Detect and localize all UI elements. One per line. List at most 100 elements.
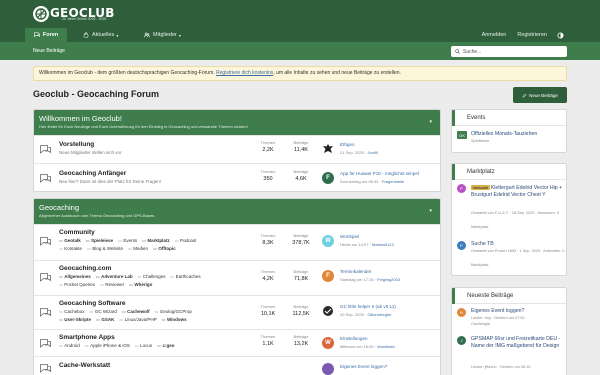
subforum-link[interactable]: Geolog/GCProp	[155, 309, 192, 314]
subforum-link[interactable]: Spieleiese	[86, 238, 113, 243]
event-title[interactable]: Offizielles Monats-Tauziehen	[471, 131, 565, 138]
register-link[interactable]: Registrieren	[517, 32, 547, 38]
subforum-link[interactable]: Events	[118, 238, 137, 243]
posts-stat: Beiträge 71,8K	[285, 269, 317, 282]
market-item-title[interactable]: Verkaufe Klettergurt Edelrid Vector Hip +…	[471, 184, 565, 199]
subforum-list: Allgemeines Adventure Lab Challenges Earthc…	[59, 273, 259, 289]
register-notice-link[interactable]: Registriere dich kostenlos	[216, 70, 273, 76]
market-item-forum[interactable]: Marktplatz	[471, 225, 565, 230]
subforum-link[interactable]: Cachewolf	[122, 309, 150, 314]
forum-title[interactable]: Geocaching Software	[59, 300, 125, 307]
latest-item-title[interactable]: GPSMAP 66sr und Freizeitkarte DEU - Name…	[471, 336, 565, 350]
latest-item-meta: Letzter: hoy · Gestern um 07:52	[471, 316, 525, 320]
threads-count: 10,1K	[260, 311, 276, 317]
latest-item-forum[interactable]: Cachelogie	[471, 322, 565, 327]
site-logo[interactable]: GEOCLUB 20 Jahre Online 2005 - 2025	[33, 5, 115, 23]
last-post-user[interactable]: Fragenstelle	[382, 179, 404, 184]
subforum-link[interactable]: Android	[59, 343, 80, 348]
tab-aktuelles[interactable]: Aktuelles ▾	[83, 28, 118, 42]
subforum-link[interactable]: Podcast	[175, 238, 197, 243]
last-post-title[interactable]: GC little helper II (ab v0.11)	[340, 304, 440, 309]
category-title[interactable]: Willkommen im Geoclub!	[39, 114, 435, 123]
avatar[interactable]: M	[322, 235, 334, 247]
subforum-link[interactable]: Linux/Java/PHP	[119, 317, 156, 322]
user-avatar: J	[457, 336, 466, 345]
theme-toggle-icon[interactable]	[557, 31, 564, 39]
subforum-link[interactable]: Challenges	[138, 274, 166, 279]
subforum-link[interactable]: GC Wizard	[90, 309, 117, 314]
subforum-link[interactable]: Allgemeines	[59, 274, 91, 279]
page-title: Geoclub - Geocaching Forum	[33, 89, 160, 99]
subforum-link[interactable]: Adventure Lab	[96, 274, 133, 279]
threads-count: 4,2K	[262, 276, 274, 282]
subforum-link[interactable]: Geotalk	[59, 238, 81, 243]
new-posts-button[interactable]: Neue Beiträge	[513, 87, 567, 103]
forum-title[interactable]: Smartphone Apps	[59, 334, 115, 341]
subforum-link[interactable]: Apple iPhone & iOS	[85, 343, 130, 348]
last-post-title[interactable]: Ethgeo	[340, 142, 440, 147]
forum-title[interactable]: Vorstellung	[59, 141, 94, 148]
avatar[interactable]: F	[322, 270, 334, 282]
subforum-list: Geotalk Spieleiese Events Marktplatz Podcast…	[59, 237, 259, 253]
subforum-link[interactable]: Blog & Website	[87, 246, 123, 251]
collapse-icon[interactable]: ▾	[429, 119, 432, 125]
forum-title[interactable]: Cache-Werkstatt	[59, 362, 110, 369]
new-posts-link[interactable]: Neue Beiträge	[33, 42, 65, 60]
subforum-link[interactable]: Offtopic	[153, 246, 176, 251]
subforum-link[interactable]: Wherigo	[129, 282, 152, 287]
subforum-link[interactable]: GSAK	[96, 317, 114, 322]
subforum-link[interactable]: Pocket Queries	[59, 282, 95, 287]
search-box[interactable]	[451, 46, 567, 57]
last-post-title[interactable]: Wortspiel	[340, 234, 440, 239]
subforum-link[interactable]: Locus	[135, 343, 152, 348]
flame-icon	[83, 32, 89, 38]
subforum-link[interactable]: Reviewer	[100, 282, 124, 287]
last-post-user[interactable]: 2Abendregler	[367, 312, 391, 317]
avatar[interactable]: F	[322, 172, 334, 184]
avatar[interactable]: W	[322, 337, 334, 349]
subforum-link[interactable]: Kontakte	[59, 246, 82, 251]
last-post-title[interactable]: Einstellungen	[340, 336, 440, 341]
threads-stat: Themen 1,1K	[252, 334, 284, 347]
tab-foren-label: Foren	[42, 32, 59, 38]
last-post-title[interactable]: Eigenes Event loggen?	[340, 364, 440, 369]
subforum-link[interactable]: Earthcaches	[170, 274, 200, 279]
last-post-date: Donnerstag um 06:40 ·	[340, 179, 383, 184]
last-post-user[interactable]: Jonil9	[367, 150, 377, 155]
last-post-title[interactable]: Terminkalender	[340, 269, 440, 274]
tab-foren[interactable]: Foren	[25, 28, 67, 42]
collapse-icon[interactable]: ▾	[429, 208, 432, 214]
last-post-user[interactable]: Markus5113	[372, 242, 394, 247]
category-title[interactable]: Geocaching	[39, 203, 435, 212]
pencil-icon	[522, 93, 527, 97]
last-post-user[interactable]: Feigling2003	[377, 277, 400, 282]
subforum-link[interactable]: Marktplatz	[142, 238, 170, 243]
last-post-title[interactable]: App für Huawei P10 - möglichst simpel	[340, 171, 440, 176]
threads-label: Themen	[260, 334, 276, 339]
avatar[interactable]	[322, 305, 334, 317]
posts-stat: Beiträge 11,4K	[285, 140, 317, 153]
subforum-link[interactable]: User-Skripte	[59, 317, 91, 322]
subforum-link[interactable]: c:geo	[157, 343, 174, 348]
last-post-user[interactable]: Wonilbald	[377, 344, 395, 349]
forum-title[interactable]: Geocaching Anfänger	[59, 170, 126, 177]
tab-aktuelles-label: Aktuelles	[92, 32, 115, 38]
subforum-link[interactable]: Cachebox	[59, 309, 85, 314]
posts-label: Beiträge	[293, 334, 309, 339]
posts-count: 112,5K	[292, 311, 310, 317]
latest-item-title[interactable]: Eigenes Event loggen?	[471, 308, 565, 315]
subforum-link[interactable]: Medien	[128, 246, 148, 251]
avatar[interactable]	[322, 363, 334, 375]
forum-title[interactable]: Geocaching.com	[59, 265, 111, 272]
tab-mitglieder[interactable]: Mitglieder ▾	[144, 28, 181, 42]
user-avatar: P	[457, 184, 466, 193]
login-link[interactable]: Anmelden	[482, 32, 507, 38]
market-item-forum[interactable]: Marktplatz	[471, 263, 565, 268]
avatar[interactable]	[322, 143, 334, 155]
search-input[interactable]	[463, 48, 563, 55]
market-item-title[interactable]: Suche TB	[471, 241, 565, 248]
forum-title[interactable]: Community	[59, 229, 95, 236]
subforum-link[interactable]: Windows	[162, 317, 187, 322]
threads-stat: Themen 2,2K	[252, 140, 284, 153]
posts-label: Beiträge	[293, 233, 309, 238]
